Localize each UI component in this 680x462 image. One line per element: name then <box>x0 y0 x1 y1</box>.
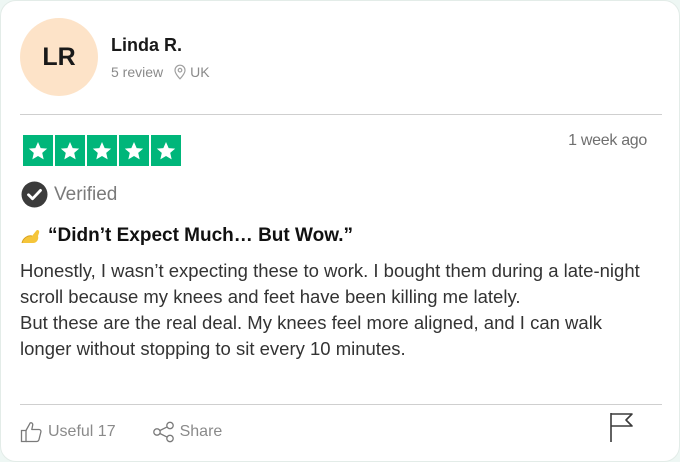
useful-label: Useful 17 <box>48 423 116 440</box>
location-text: UK <box>190 64 210 80</box>
avatar-initials: LR <box>42 42 76 71</box>
review-date: 1 week ago <box>568 132 647 149</box>
verified-badge: Verified <box>21 181 117 208</box>
review-title-text: “Didn’t Expect Much… But Wow.” <box>48 225 354 246</box>
review-card: LR Linda R. 5 review UK 1 week ago Verif… <box>0 0 680 462</box>
reviewer-meta: 5 review UK <box>111 64 210 80</box>
star-icon <box>55 135 85 166</box>
review-paragraph: Honestly, I wasn’t expecting these to wo… <box>20 260 640 307</box>
avatar: LR <box>20 18 98 96</box>
review-title: “Didn’t Expect Much… But Wow.” <box>20 225 353 247</box>
review-count: 5 review <box>111 64 164 80</box>
report-flag-button[interactable] <box>609 411 635 448</box>
star-icon <box>87 135 117 166</box>
location-pin-icon <box>174 64 186 80</box>
verified-label: Verified <box>54 183 118 205</box>
star-icon <box>119 135 149 166</box>
share-button[interactable]: Share <box>152 421 223 443</box>
star-icon <box>151 135 181 166</box>
footer-divider <box>20 404 662 405</box>
star-icon <box>23 135 53 166</box>
header-divider <box>20 114 662 115</box>
useful-button[interactable]: Useful 17 <box>20 421 116 443</box>
flag-icon <box>610 413 633 442</box>
thumbs-up-icon <box>20 422 42 443</box>
reviewer-name[interactable]: Linda R. <box>111 35 182 56</box>
flexed-arm-icon <box>20 227 42 245</box>
review-body: Honestly, I wasn’t expecting these to wo… <box>20 258 650 362</box>
star-rating <box>23 135 181 166</box>
check-circle-icon <box>21 181 48 208</box>
review-actions: Useful 17 Share <box>20 421 258 443</box>
reviewer-location: UK <box>173 64 210 80</box>
review-paragraph: But these are the real deal. My knees fe… <box>20 312 603 359</box>
share-label: Share <box>179 423 223 440</box>
share-icon <box>152 421 174 443</box>
